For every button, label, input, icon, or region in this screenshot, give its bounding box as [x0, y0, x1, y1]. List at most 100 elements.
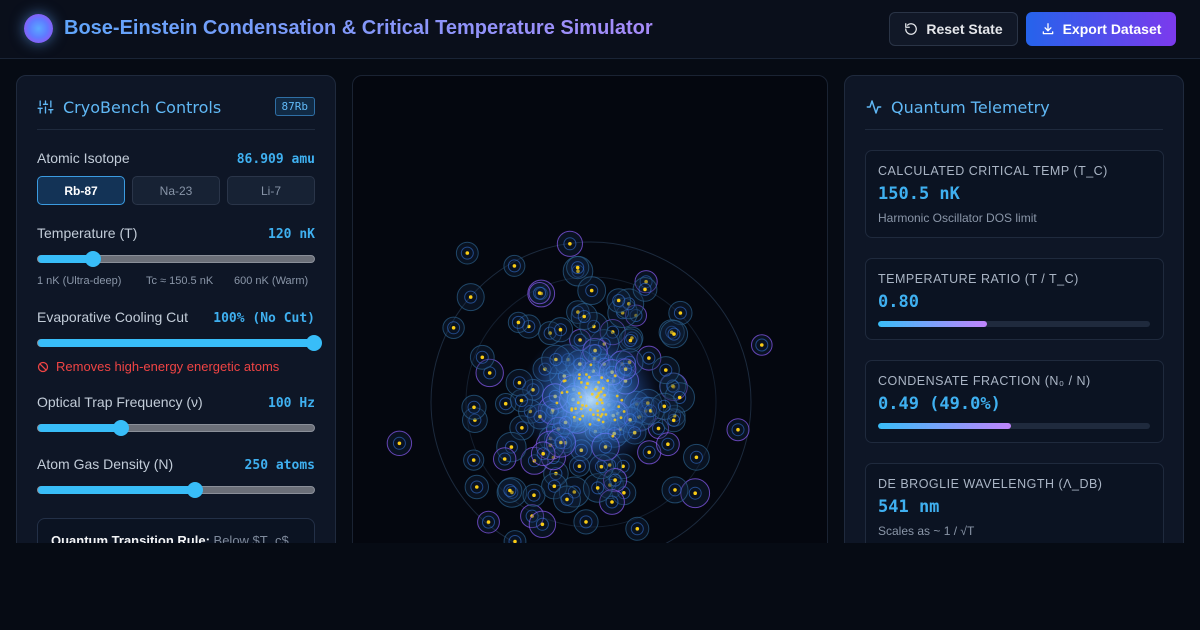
- temperature-max-tick: 600 nK (Warm): [234, 275, 309, 287]
- thermal-atom: [516, 320, 521, 325]
- critical-temp-note: Harmonic Oscillator DOS limit: [878, 211, 1037, 225]
- condensate-atom: [601, 386, 605, 390]
- condensate-atom: [596, 409, 600, 413]
- density-slider-fill: [38, 486, 196, 494]
- condensate-atom: [595, 402, 599, 405]
- condensate-atom: [577, 377, 581, 380]
- telemetry-header: Quantum Telemetry: [865, 96, 1163, 130]
- condensate-atom: [579, 395, 583, 399]
- thermal-atom: [635, 527, 640, 531]
- temperature-slider-handle[interactable]: [85, 251, 102, 267]
- app-header: Bose-Einstein Condensation & Critical Te…: [0, 0, 1200, 59]
- ban-icon: [37, 361, 49, 372]
- thermal-atom: [568, 242, 572, 246]
- thermal-atom: [552, 484, 557, 489]
- thermal-atom: [643, 287, 647, 292]
- condensate-fraction-bar: [878, 423, 1150, 429]
- trap-frequency-slider-fill: [38, 424, 121, 432]
- condensate-core: [519, 328, 663, 472]
- thermal-atom: [760, 343, 764, 347]
- condensate-atom: [613, 418, 617, 422]
- trap-frequency-slider[interactable]: [37, 420, 315, 436]
- thermal-atom: [540, 522, 545, 527]
- condensate-atom: [615, 394, 619, 398]
- critical-temp-label: CALCULATED CRITICAL TEMP (T_C): [878, 164, 1108, 178]
- condensate-atom: [596, 413, 600, 417]
- thermal-atom: [662, 404, 667, 409]
- isotope-badge: 87Rb: [274, 97, 315, 116]
- condensate-atom: [597, 381, 600, 384]
- condensate-atom: [620, 398, 624, 402]
- condensate-atom: [599, 415, 603, 418]
- thermal-atom: [672, 332, 676, 336]
- isotope-mass-value: 86.909 amu: [236, 152, 315, 167]
- thermal-atom: [595, 486, 600, 490]
- density-slider-handle[interactable]: [187, 482, 204, 498]
- evaporative-value: 100% (No Cut): [213, 311, 315, 326]
- de-broglie-label: DE BROGLIE WAVELENGTH (Λ_DB): [878, 477, 1103, 491]
- telemetry-title: Quantum Telemetry: [891, 98, 1050, 117]
- isotope-option-na23[interactable]: Na-23: [132, 176, 220, 205]
- sliders-icon: [37, 100, 54, 114]
- condensate-atom: [576, 401, 580, 405]
- temperature-value: 120 nK: [268, 227, 315, 242]
- thermal-atom: [616, 298, 621, 303]
- temperature-ratio-bar-fill: [878, 321, 987, 327]
- reset-state-button[interactable]: Reset State: [889, 12, 1018, 46]
- condensate-atom: [604, 413, 608, 416]
- transition-rule-label: Quantum Transition Rule:: [51, 533, 210, 543]
- thermal-atom: [678, 311, 683, 315]
- isotope-option-li7[interactable]: Li-7: [227, 176, 315, 205]
- download-icon: [1042, 23, 1053, 35]
- condensate-atom: [599, 390, 603, 394]
- atom-cloud-canvas[interactable]: [353, 76, 829, 543]
- evaporative-warning-text: Removes high-energy energetic atoms: [56, 359, 280, 374]
- thermal-atom: [671, 418, 676, 423]
- condensate-atom: [590, 392, 594, 396]
- temperature-slider[interactable]: [37, 251, 315, 267]
- de-broglie-card: DE BROGLIE WAVELENGTH (Λ_DB) 541 nm Scal…: [865, 463, 1164, 543]
- condensate-atom: [562, 379, 566, 383]
- thermal-atom: [673, 488, 677, 492]
- density-label: Atom Gas Density (N): [37, 456, 174, 472]
- thermal-atom: [589, 288, 594, 293]
- condensate-atom: [587, 375, 591, 379]
- thermal-atom: [558, 327, 563, 332]
- condensate-atom: [577, 391, 581, 395]
- condensate-atom: [585, 373, 588, 376]
- condensate-atom: [586, 382, 589, 385]
- telemetry-panel: Quantum Telemetry CALCULATED CRITICAL TE…: [844, 75, 1184, 543]
- thermal-atom: [694, 455, 699, 460]
- condensate-atom: [581, 414, 585, 418]
- thermal-atom: [610, 500, 614, 504]
- condensate-atom: [584, 404, 588, 408]
- thermal-atom: [397, 441, 402, 446]
- condensate-atom: [601, 420, 605, 424]
- thermal-atom: [693, 491, 697, 496]
- density-slider[interactable]: [37, 482, 315, 498]
- condensate-atom: [584, 386, 588, 389]
- simulation-canvas-panel[interactable]: [352, 75, 828, 543]
- trap-frequency-slider-handle[interactable]: [112, 420, 129, 436]
- condensate-atom: [579, 407, 583, 411]
- thermal-atom: [502, 457, 507, 461]
- critical-temp-value: 150.5 nK: [878, 184, 960, 204]
- thermal-atom: [503, 401, 508, 406]
- thermal-atom: [471, 458, 476, 462]
- thermal-atom: [451, 326, 456, 330]
- condensate-atom: [613, 374, 617, 378]
- condensate-atom: [560, 391, 564, 394]
- export-dataset-label: Export Dataset: [1062, 21, 1162, 37]
- thermal-atom: [613, 478, 617, 482]
- condensate-atom: [622, 410, 626, 413]
- thermal-atom: [509, 445, 514, 449]
- evaporative-slider-handle[interactable]: [306, 335, 322, 351]
- main-viewport: CryoBench Controls 87Rb Atomic Isotope 8…: [0, 59, 1200, 543]
- quantum-orb-icon: [24, 14, 53, 43]
- export-dataset-button[interactable]: Export Dataset: [1026, 12, 1176, 46]
- condensate-atom: [600, 376, 604, 380]
- temperature-ratio-value: 0.80: [878, 292, 919, 312]
- isotope-option-rb87[interactable]: Rb-87: [37, 176, 125, 205]
- condensate-fraction-card: CONDENSATE FRACTION (N₀ / N) 0.49 (49.0%…: [865, 360, 1164, 443]
- evaporative-slider[interactable]: [37, 335, 322, 351]
